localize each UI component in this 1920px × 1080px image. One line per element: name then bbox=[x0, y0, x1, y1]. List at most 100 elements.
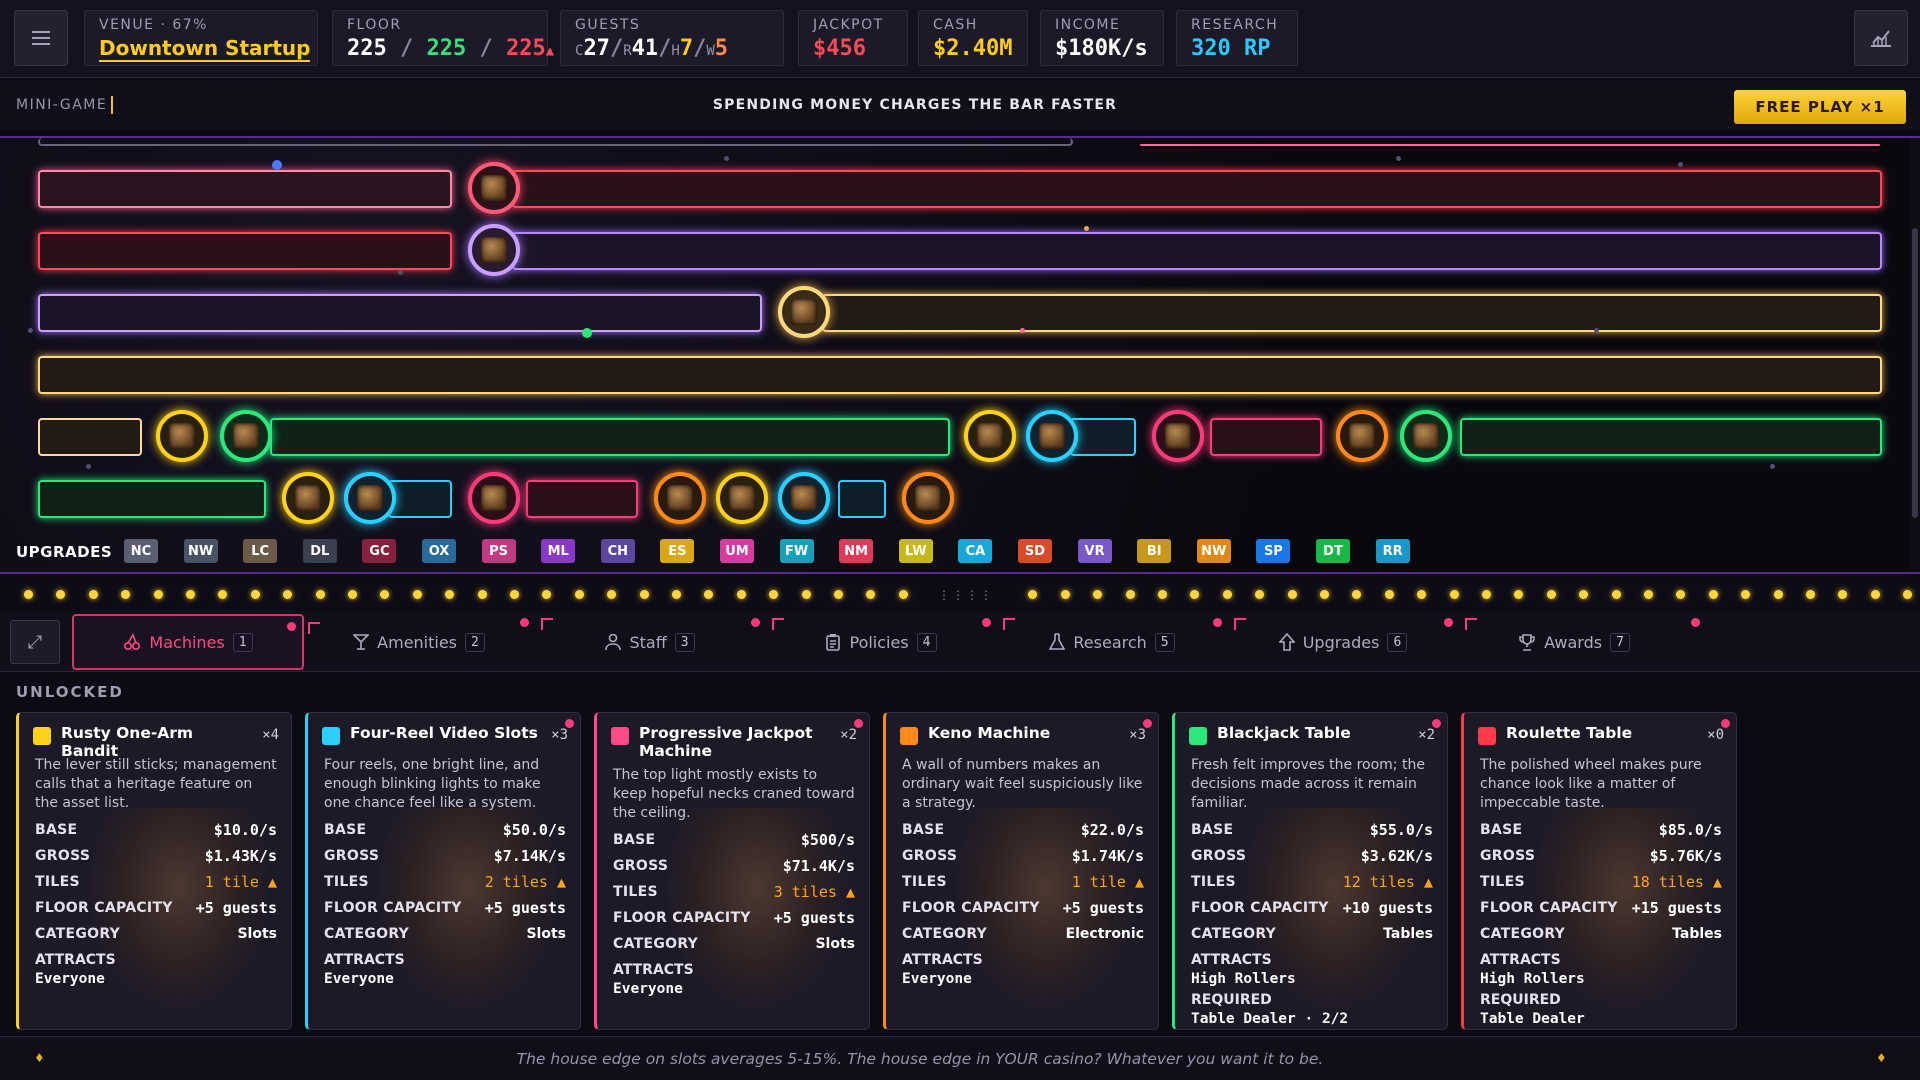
machine-token[interactable] bbox=[468, 224, 520, 276]
casino-floor[interactable]: UPGRADES NC NW LC DL GC OX PS ML CH ES UM FW NM LW CA S… bbox=[0, 136, 1920, 574]
menu-button[interactable] bbox=[14, 10, 68, 66]
floor-lane bbox=[38, 418, 142, 456]
marquee-bulb bbox=[510, 590, 519, 599]
marquee-bulb bbox=[1060, 590, 1070, 599]
stat-row-gross: GROSS $5.76K/s bbox=[1480, 843, 1722, 869]
upgrade-badge-es[interactable]: ES bbox=[660, 539, 695, 563]
arrow-up-icon bbox=[1278, 633, 1295, 651]
tab-staff[interactable]: Staff 3 bbox=[534, 612, 784, 672]
upgrade-badge-ml[interactable]: ML bbox=[541, 539, 576, 563]
machine-card[interactable]: Four-Reel Video Slots ×3 Four reels, one b… bbox=[305, 712, 581, 1030]
machine-card[interactable]: Rusty One-Arm Bandit ×4 The lever still st… bbox=[16, 712, 292, 1030]
guest-dot bbox=[1678, 162, 1683, 167]
stat-label: GROSS bbox=[613, 858, 669, 874]
upgrade-badge-nw[interactable]: NW bbox=[183, 539, 218, 563]
notification-dot bbox=[520, 618, 529, 627]
upgrade-badge-nc[interactable]: NC bbox=[124, 539, 158, 563]
upgrade-badge-bi[interactable]: BI bbox=[1137, 539, 1172, 563]
marquee-bulb bbox=[1903, 590, 1913, 599]
machine-token[interactable] bbox=[778, 286, 830, 338]
top-bar: VENUE · 67% Downtown Startup FLOOR 225 /… bbox=[0, 0, 1920, 78]
cash-stat: CASH $2.40M bbox=[918, 10, 1028, 66]
machine-token[interactable] bbox=[468, 472, 520, 524]
upgrade-badge-vr[interactable]: VR bbox=[1077, 539, 1112, 563]
tab-hotkey: 3 bbox=[674, 632, 695, 652]
marquee-bulb bbox=[1093, 590, 1103, 599]
tab-upgrades[interactable]: Upgrades 6 bbox=[1227, 612, 1477, 672]
stat-value: $7.14K/s bbox=[493, 847, 566, 865]
upgrade-badge-nm[interactable]: NM bbox=[839, 539, 874, 563]
minigame-message: SPENDING MONEY CHARGES THE BAR FASTER bbox=[712, 97, 1118, 113]
tab-policies[interactable]: Policies 4 bbox=[765, 612, 1015, 672]
marquee-bulb bbox=[607, 590, 617, 599]
marquee-bulb bbox=[1222, 590, 1232, 599]
stats-button[interactable] bbox=[1854, 10, 1908, 66]
machine-token[interactable] bbox=[1026, 410, 1078, 462]
guests-high: 7 bbox=[679, 36, 694, 61]
machine-token[interactable] bbox=[282, 472, 334, 524]
machine-card[interactable]: Progressive Jackpot Machine ×2 The top lig… bbox=[594, 712, 870, 1030]
machine-token[interactable] bbox=[778, 472, 830, 524]
stat-label: FLOOR CAPACITY bbox=[1480, 900, 1618, 916]
notification-dot bbox=[1213, 618, 1222, 627]
machine-token[interactable] bbox=[468, 162, 520, 214]
stat-value: +5 guests bbox=[773, 909, 855, 927]
tab-awards[interactable]: Awards 7 bbox=[1458, 612, 1700, 672]
notification-dot bbox=[1691, 618, 1700, 627]
upgrade-badge-ca[interactable]: CA bbox=[958, 539, 993, 563]
tab-amenities[interactable]: Amenities 2 bbox=[303, 612, 553, 672]
machine-token[interactable] bbox=[654, 472, 706, 524]
machine-token[interactable] bbox=[964, 410, 1016, 462]
free-play-button[interactable]: FREE PLAY ×1 bbox=[1734, 90, 1906, 124]
tab-machines[interactable]: Machines 1 bbox=[72, 614, 320, 670]
flask-icon bbox=[1049, 633, 1066, 651]
upgrade-badge-fw[interactable]: FW bbox=[779, 539, 814, 563]
machine-card[interactable]: Blackjack Table ×2 Fresh felt improves the… bbox=[1172, 712, 1448, 1030]
marquee-bulb bbox=[477, 590, 487, 599]
attracts-label: ATTRACTS bbox=[613, 962, 694, 978]
machine-token[interactable] bbox=[1400, 410, 1452, 462]
upgrade-badge-lw[interactable]: LW bbox=[898, 539, 933, 563]
machine-token[interactable] bbox=[156, 410, 208, 462]
expand-button[interactable]: ⤢ bbox=[10, 620, 60, 664]
machine-card[interactable]: Roulette Table ×0 The polished wheel makes… bbox=[1461, 712, 1737, 1030]
upgrade-badge-dl[interactable]: DL bbox=[302, 539, 337, 563]
machine-token[interactable] bbox=[1152, 410, 1204, 462]
stat-row-cap: FLOOR CAPACITY +5 guests bbox=[902, 895, 1144, 921]
marquee-bulb bbox=[1482, 590, 1491, 599]
upgrade-badge-ch[interactable]: CH bbox=[600, 539, 635, 563]
stat-value: $50.0/s bbox=[502, 821, 566, 839]
machine-token[interactable] bbox=[220, 410, 272, 462]
tab-research[interactable]: Research 5 bbox=[996, 612, 1246, 672]
marquee-bulb bbox=[1028, 590, 1038, 599]
hamburger-icon bbox=[32, 37, 50, 39]
upgrade-badge-dt[interactable]: DT bbox=[1316, 539, 1350, 563]
marquee-bulb bbox=[672, 590, 681, 599]
upgrade-badge-sd[interactable]: SD bbox=[1018, 539, 1052, 563]
cherries-icon bbox=[123, 633, 141, 651]
machine-token[interactable] bbox=[1336, 410, 1388, 462]
guest-dot bbox=[272, 160, 282, 170]
venue-stat[interactable]: VENUE · 67% Downtown Startup bbox=[84, 10, 318, 66]
upgrade-badge-gc[interactable]: GC bbox=[362, 539, 397, 563]
floor-scroll-thumb[interactable] bbox=[1912, 228, 1918, 518]
upgrade-badge-ox[interactable]: OX bbox=[422, 539, 456, 563]
machine-card[interactable]: Keno Machine ×3 A wall of numbers makes an… bbox=[883, 712, 1159, 1030]
marquee-bulb bbox=[1611, 590, 1621, 599]
upgrade-badge-lc[interactable]: LC bbox=[243, 539, 278, 563]
machine-token[interactable] bbox=[902, 472, 954, 524]
marquee-bulb bbox=[1158, 590, 1167, 599]
resize-handle[interactable]: ⋮⋮⋮⋮ bbox=[938, 588, 994, 602]
machine-token[interactable] bbox=[344, 472, 396, 524]
stat-value: 1 tile ▲ bbox=[204, 873, 277, 891]
notification-dot bbox=[287, 622, 296, 631]
stat-row-gross: GROSS $1.43K/s bbox=[35, 843, 277, 869]
floor-scrollbar[interactable] bbox=[1910, 138, 1920, 572]
upgrade-badge-nw[interactable]: NW bbox=[1196, 539, 1231, 563]
upgrade-badge-rr[interactable]: RR bbox=[1375, 539, 1410, 563]
stat-value: +15 guests bbox=[1631, 899, 1722, 917]
upgrade-badge-ps[interactable]: PS bbox=[481, 539, 516, 563]
upgrade-badge-um[interactable]: UM bbox=[720, 539, 754, 563]
upgrade-badge-sp[interactable]: SP bbox=[1256, 539, 1291, 563]
machine-token[interactable] bbox=[716, 472, 768, 524]
